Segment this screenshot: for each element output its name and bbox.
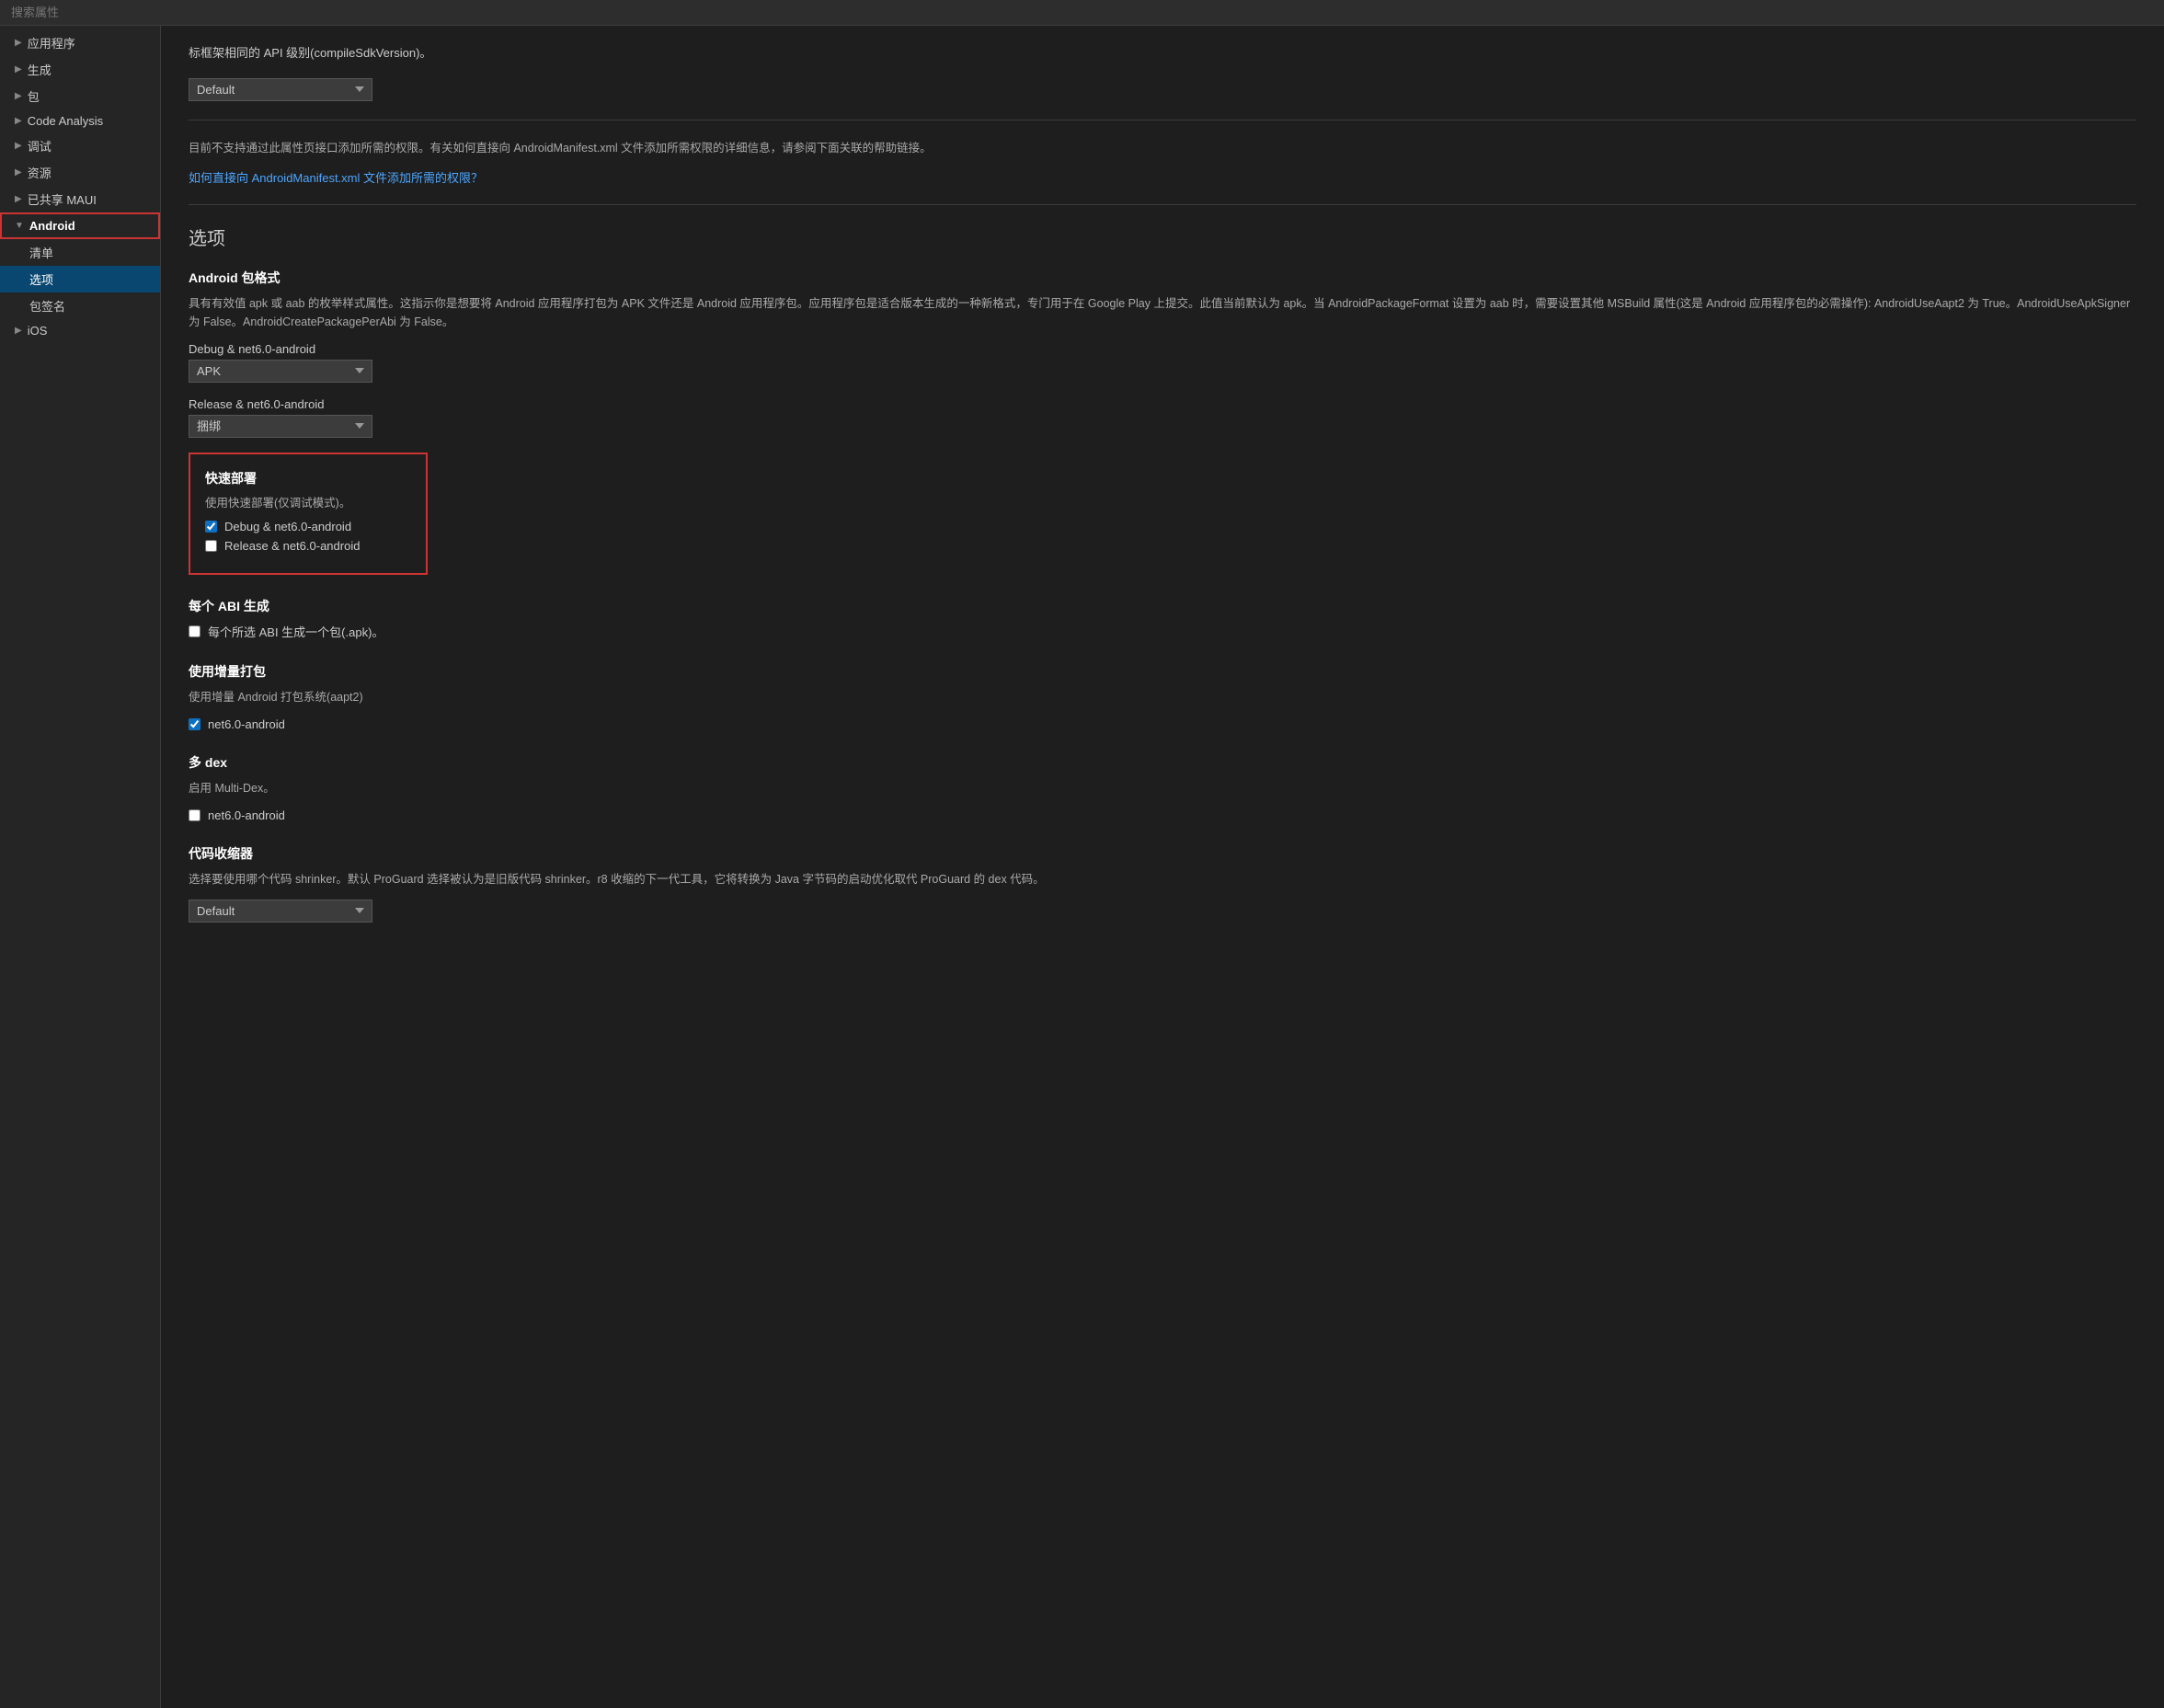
sidebar-item-codeanalysis[interactable]: ▶ Code Analysis — [0, 109, 160, 132]
search-bar — [0, 0, 2164, 26]
multi-dex-label: net6.0-android — [208, 808, 285, 822]
multi-dex-section: 多 dex 启用 Multi-Dex。 net6.0-android — [189, 753, 2136, 822]
sidebar-sub-item-signing[interactable]: 包签名 — [0, 292, 160, 319]
fast-deploy-debug-checkbox[interactable] — [205, 521, 217, 533]
sidebar: ▶ 应用程序 ▶ 生成 ▶ 包 ▶ Code Analysis ▶ 调试 — [0, 26, 161, 1708]
sidebar-item-build[interactable]: ▶ 生成 — [0, 56, 160, 83]
search-input[interactable] — [11, 6, 195, 19]
sidebar-item-android[interactable]: ▼ Android — [0, 212, 160, 239]
sidebar-item-resources[interactable]: ▶ 资源 — [0, 159, 160, 186]
per-abi-checkbox-row: 每个所选 ABI 生成一个包(.apk)。 — [189, 623, 2136, 640]
sidebar-sub-item-options[interactable]: 选项 — [0, 266, 160, 292]
options-header: 选项 — [189, 224, 2136, 250]
incremental-pack-desc: 使用增量 Android 打包系统(aapt2) — [189, 688, 2136, 706]
arrow-icon: ▶ — [15, 326, 22, 336]
arrow-icon: ▶ — [15, 116, 22, 126]
incremental-pack-section: 使用增量打包 使用增量 Android 打包系统(aapt2) net6.0-a… — [189, 662, 2136, 731]
main-layout: ▶ 应用程序 ▶ 生成 ▶ 包 ▶ Code Analysis ▶ 调试 — [0, 26, 2164, 1708]
intro-text: 标框架相同的 API 级别(compileSdkVersion)。 — [189, 44, 2136, 63]
fast-deploy-release-label: Release & net6.0-android — [224, 539, 360, 553]
per-abi-label: 每个所选 ABI 生成一个包(.apk)。 — [208, 623, 384, 640]
sidebar-item-label: 应用程序 — [28, 34, 75, 52]
release-package-dropdown[interactable]: APK 捆绑 — [189, 415, 372, 438]
app-container: ▶ 应用程序 ▶ 生成 ▶ 包 ▶ Code Analysis ▶ 调试 — [0, 0, 2164, 1708]
sidebar-item-app[interactable]: ▶ 应用程序 — [0, 29, 160, 56]
code-shrinker-dropdown-wrapper: Default r8 ProGuard — [189, 900, 2136, 923]
fast-deploy-section: 快速部署 使用快速部署(仅调试模式)。 Debug & net6.0-andro… — [189, 453, 428, 575]
arrow-icon: ▶ — [15, 64, 22, 75]
permission-link[interactable]: 如何直接向 AndroidManifest.xml 文件添加所需的权限？ — [189, 171, 483, 185]
multi-dex-checkbox[interactable] — [189, 809, 200, 821]
code-shrinker-desc: 选择要使用哪个代码 shrinker。默认 ProGuard 选择被认为是旧版代… — [189, 870, 2136, 888]
per-abi-section: 每个 ABI 生成 每个所选 ABI 生成一个包(.apk)。 — [189, 597, 2136, 640]
intro-text-content: 标框架相同的 API 级别(compileSdkVersion)。 — [189, 46, 431, 60]
multi-dex-desc: 启用 Multi-Dex。 — [189, 779, 2136, 797]
sidebar-sub-item-label: 包签名 — [29, 300, 65, 314]
sidebar-item-debug[interactable]: ▶ 调试 — [0, 132, 160, 159]
arrow-icon: ▶ — [15, 141, 22, 151]
arrow-icon: ▶ — [15, 91, 22, 101]
per-abi-title: 每个 ABI 生成 — [189, 597, 2136, 615]
fast-deploy-release-checkbox[interactable] — [205, 540, 217, 552]
fast-deploy-debug-label: Debug & net6.0-android — [224, 520, 351, 533]
debug-dropdown-label: Debug & net6.0-android — [189, 342, 2136, 356]
release-dropdown-wrapper: Release & net6.0-android APK 捆绑 — [189, 397, 2136, 438]
arrow-icon: ▶ — [15, 167, 22, 178]
incremental-pack-title: 使用增量打包 — [189, 662, 2136, 681]
sidebar-item-ios[interactable]: ▶ iOS — [0, 319, 160, 342]
sidebar-sub-item-label: 选项 — [29, 273, 53, 287]
code-shrinker-title: 代码收缩器 — [189, 844, 2136, 863]
arrow-icon: ▼ — [15, 221, 24, 231]
fast-deploy-release-row: Release & net6.0-android — [205, 539, 411, 553]
arrow-icon: ▶ — [15, 38, 22, 48]
default-dropdown[interactable]: Default — [189, 78, 372, 101]
per-abi-checkbox[interactable] — [189, 625, 200, 637]
sidebar-item-label: Android — [29, 219, 75, 233]
code-shrinker-section: 代码收缩器 选择要使用哪个代码 shrinker。默认 ProGuard 选择被… — [189, 844, 2136, 923]
sidebar-item-label: 资源 — [28, 164, 52, 181]
arrow-icon: ▶ — [15, 194, 22, 204]
sidebar-item-label: iOS — [28, 324, 48, 338]
fast-deploy-title: 快速部署 — [205, 469, 411, 487]
incremental-pack-checkbox-row: net6.0-android — [189, 717, 2136, 731]
fast-deploy-debug-row: Debug & net6.0-android — [205, 520, 411, 533]
code-shrinker-dropdown[interactable]: Default r8 ProGuard — [189, 900, 372, 923]
multi-dex-title: 多 dex — [189, 753, 2136, 772]
multi-dex-checkbox-row: net6.0-android — [189, 808, 2136, 822]
sidebar-sub-item-label: 清单 — [29, 246, 53, 260]
incremental-pack-label: net6.0-android — [208, 717, 285, 731]
debug-package-dropdown[interactable]: APK AAB — [189, 360, 372, 383]
android-package-format-desc: 具有有效值 apk 或 aab 的枚举样式属性。这指示你是想要将 Android… — [189, 294, 2136, 331]
sidebar-item-label: 包 — [28, 87, 40, 105]
default-dropdown-wrapper: Default — [189, 78, 2136, 101]
debug-dropdown-wrapper: Debug & net6.0-android APK AAB — [189, 342, 2136, 383]
divider-2 — [189, 204, 2136, 205]
content-area: 标框架相同的 API 级别(compileSdkVersion)。 Defaul… — [161, 26, 2164, 1708]
sidebar-sub-item-manifest[interactable]: 清单 — [0, 239, 160, 266]
android-package-format-title: Android 包格式 — [189, 269, 2136, 287]
incremental-pack-checkbox[interactable] — [189, 718, 200, 730]
permission-text: 目前不支持通过此属性页接口添加所需的权限。有关如何直接向 AndroidMani… — [189, 139, 2136, 157]
fast-deploy-desc: 使用快速部署(仅调试模式)。 — [205, 493, 411, 510]
sidebar-item-label: 已共享 MAUI — [28, 190, 97, 208]
release-dropdown-label: Release & net6.0-android — [189, 397, 2136, 411]
sidebar-item-package[interactable]: ▶ 包 — [0, 83, 160, 109]
android-package-format-section: Android 包格式 具有有效值 apk 或 aab 的枚举样式属性。这指示你… — [189, 269, 2136, 438]
sidebar-item-sharedmaui[interactable]: ▶ 已共享 MAUI — [0, 186, 160, 212]
sidebar-item-label: 调试 — [28, 137, 52, 155]
sidebar-item-label: Code Analysis — [28, 114, 103, 128]
sidebar-item-label: 生成 — [28, 61, 52, 78]
